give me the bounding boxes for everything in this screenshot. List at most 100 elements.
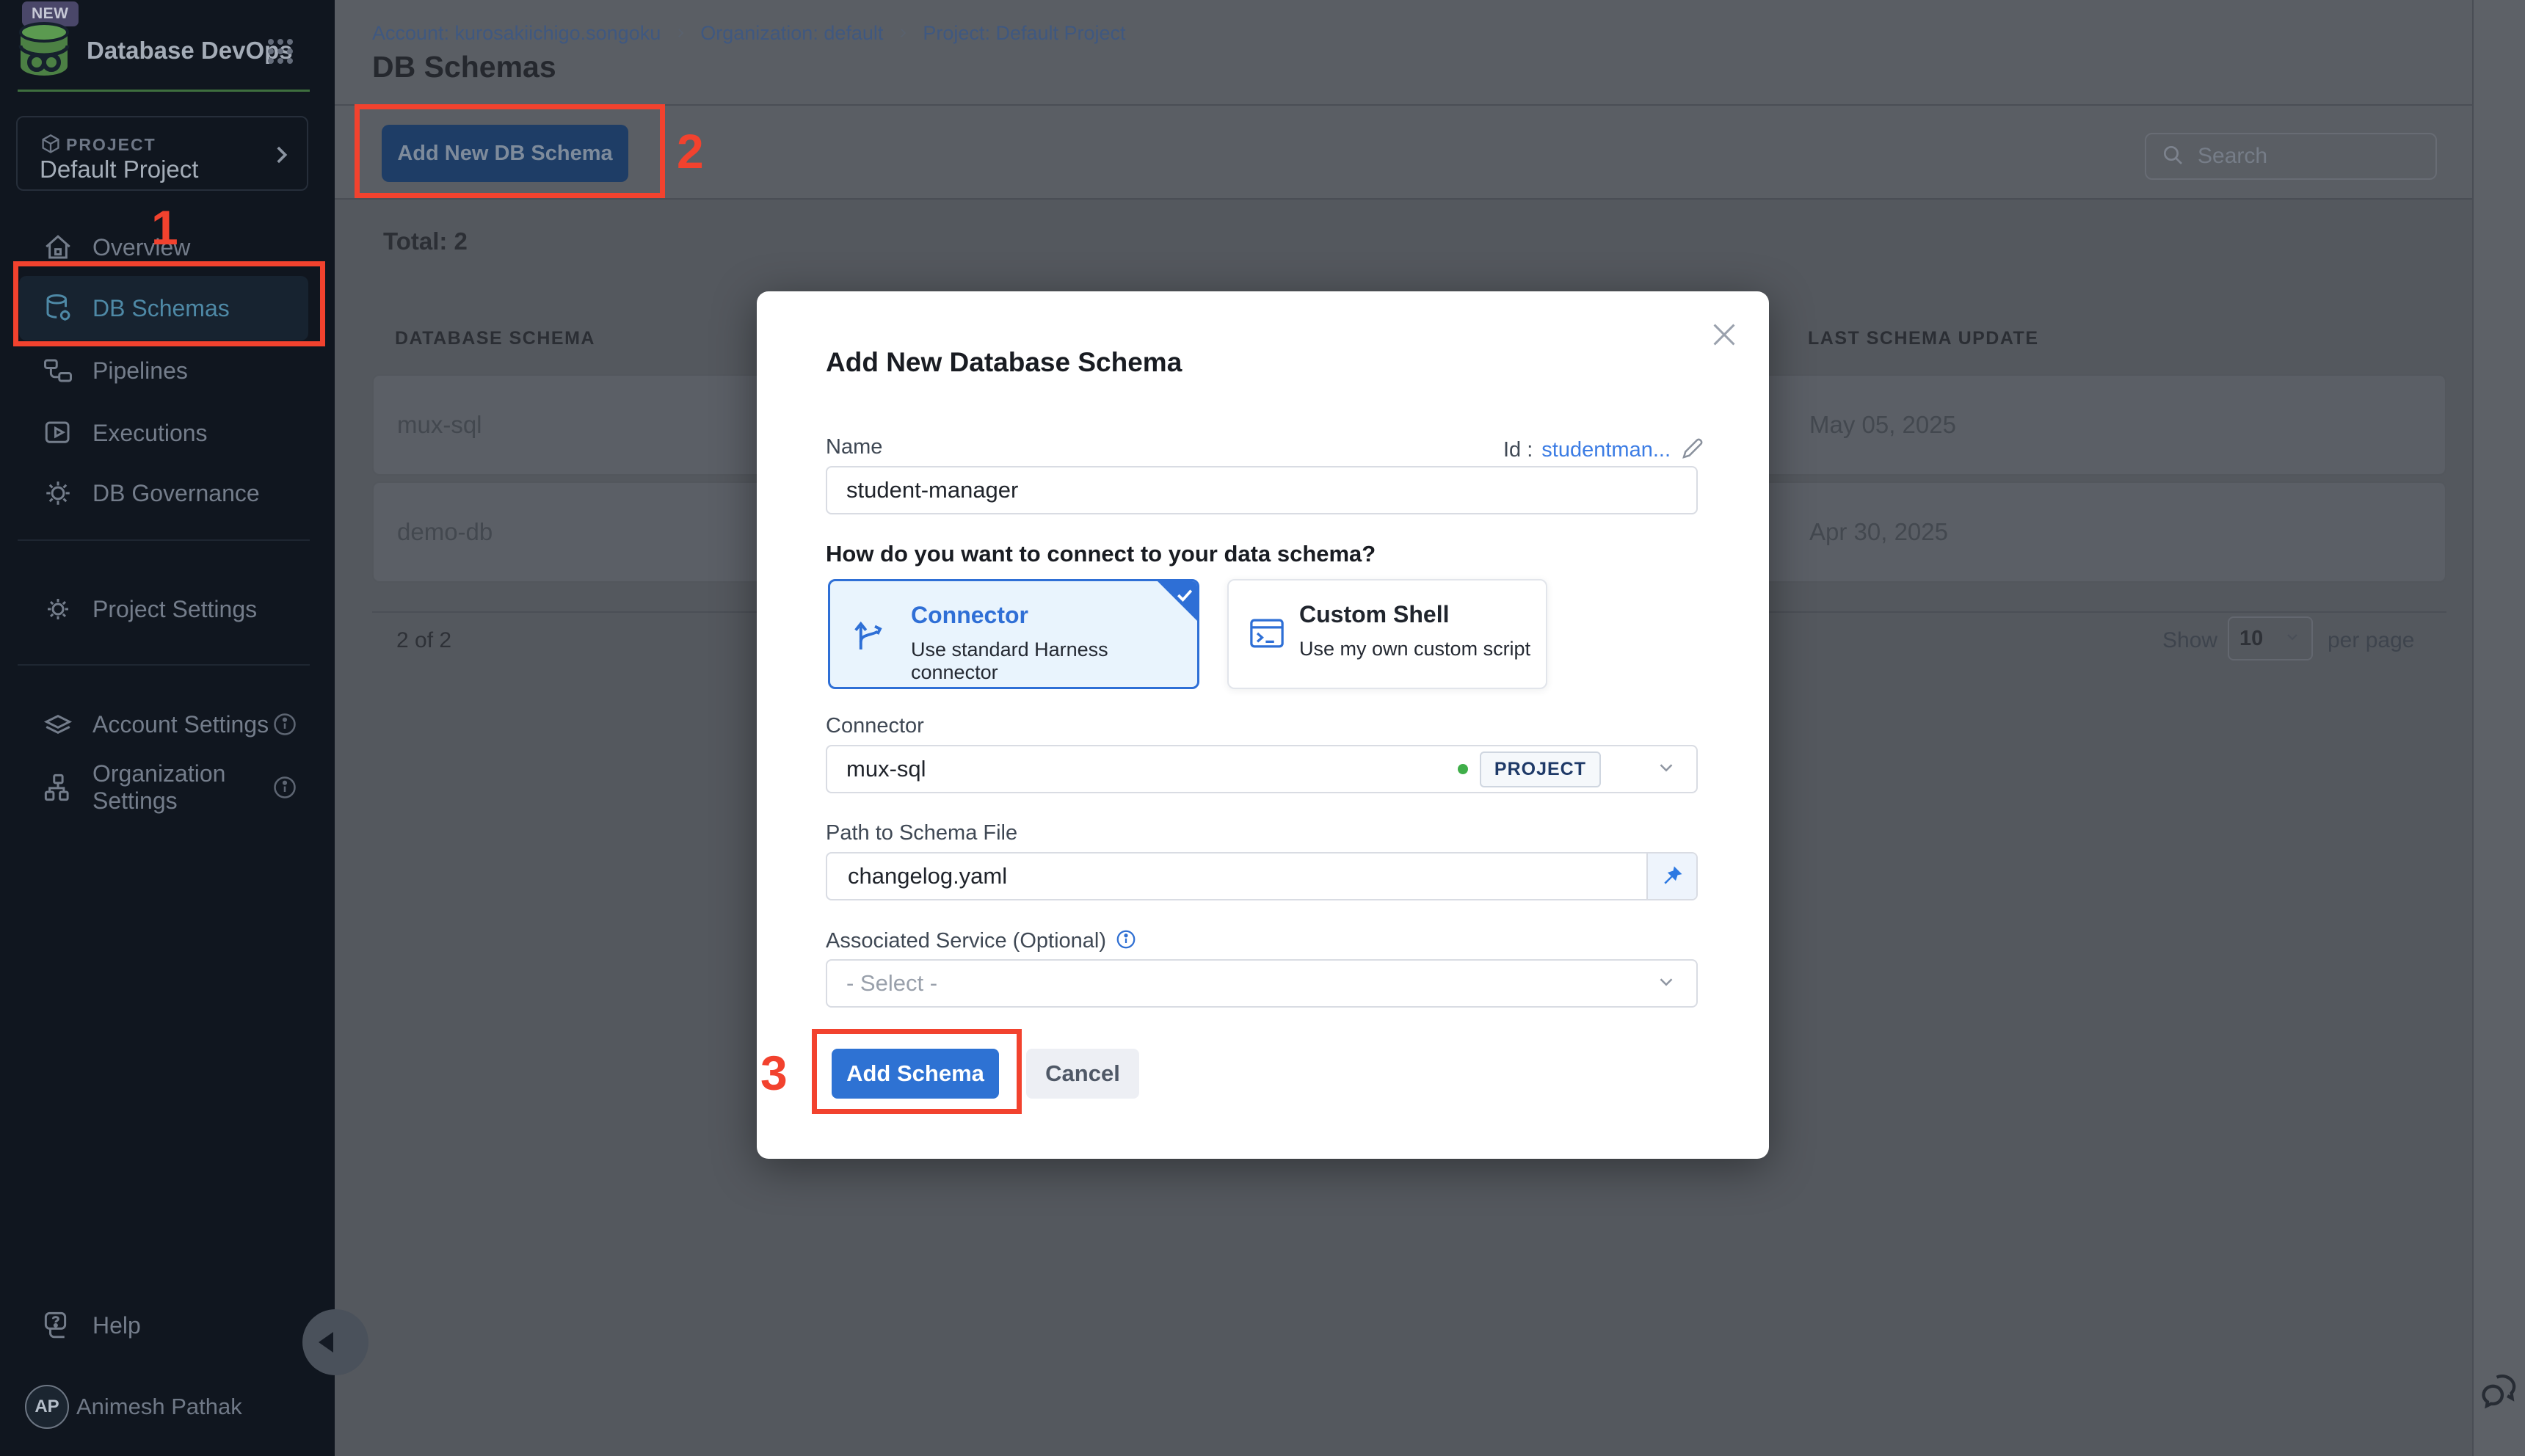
avatar[interactable]: AP bbox=[25, 1385, 69, 1429]
close-icon[interactable] bbox=[1707, 318, 1741, 352]
page-header bbox=[335, 0, 2472, 104]
option-subtitle: Use standard Harness connector bbox=[911, 638, 1197, 684]
user-name[interactable]: Animesh Pathak bbox=[76, 1394, 242, 1420]
cancel-button[interactable]: Cancel bbox=[1026, 1049, 1139, 1099]
annotation-number-1: 1 bbox=[151, 200, 178, 255]
edit-pencil-icon[interactable] bbox=[1679, 435, 1706, 465]
search-input[interactable] bbox=[2196, 143, 2419, 170]
schema-name: demo-db bbox=[397, 483, 493, 581]
chevron-right-icon bbox=[674, 22, 687, 45]
info-icon bbox=[1115, 928, 1137, 954]
service-label: Associated Service (Optional) bbox=[826, 929, 1106, 953]
avatar-initials: AP bbox=[34, 1397, 59, 1417]
column-header-database-schema: DATABASE SCHEMA bbox=[395, 328, 595, 349]
search-icon bbox=[2161, 143, 2184, 170]
app-title: Database DevOps bbox=[87, 37, 293, 65]
pagination-range: 2 of 2 bbox=[396, 628, 451, 653]
project-selector[interactable]: PROJECT Default Project bbox=[16, 116, 308, 191]
page-title: DB Schemas bbox=[372, 50, 556, 84]
settings-gear-icon bbox=[43, 594, 73, 625]
sidebar-item-account-settings[interactable]: Account Settings bbox=[19, 692, 308, 757]
project-scope-label: PROJECT bbox=[66, 135, 156, 155]
terminal-icon bbox=[1248, 614, 1286, 656]
sidebar-divider bbox=[18, 539, 310, 541]
last-update-date: Apr 30, 2025 bbox=[1809, 483, 1948, 581]
sidebar-item-db-governance[interactable]: DB Governance bbox=[19, 461, 308, 525]
path-label: Path to Schema File bbox=[826, 821, 1017, 845]
sidebar-item-label: Executions bbox=[92, 420, 208, 447]
column-header-last-schema-update: LAST SCHEMA UPDATE bbox=[1808, 328, 2039, 349]
option-subtitle: Use my own custom script bbox=[1299, 638, 1530, 660]
chevron-right-icon bbox=[269, 142, 294, 171]
connect-question: How do you want to connect to your data … bbox=[826, 541, 1376, 567]
path-input-wrap bbox=[826, 852, 1698, 900]
brand-divider bbox=[18, 90, 310, 92]
sidebar-item-label: Help bbox=[92, 1312, 141, 1339]
per-page-label: per page bbox=[2328, 628, 2414, 653]
pipelines-icon bbox=[43, 355, 73, 386]
info-icon bbox=[272, 711, 298, 738]
connector-select[interactable]: mux-sql PROJECT bbox=[826, 745, 1698, 793]
sidebar-item-organization-settings[interactable]: Organization Settings bbox=[19, 755, 308, 820]
show-label: Show bbox=[2162, 628, 2217, 653]
service-label-row: Associated Service (Optional) bbox=[826, 928, 1137, 954]
sidebar-item-project-settings[interactable]: Project Settings bbox=[19, 577, 308, 641]
scope-badge: PROJECT bbox=[1480, 751, 1601, 787]
selected-check-icon bbox=[1158, 581, 1197, 621]
sidebar-item-label: Account Settings bbox=[92, 711, 269, 738]
page-size-value: 10 bbox=[2239, 627, 2263, 651]
sidebar-item-executions[interactable]: Executions bbox=[19, 401, 308, 465]
project-name: Default Project bbox=[40, 156, 198, 183]
breadcrumb-organization[interactable]: Organization: default bbox=[700, 22, 883, 45]
service-placeholder: - Select - bbox=[846, 970, 1655, 997]
name-input[interactable] bbox=[826, 466, 1698, 514]
sidebar-item-label: Project Settings bbox=[92, 596, 257, 623]
sidebar-item-label: Pipelines bbox=[92, 357, 188, 385]
chevron-down-icon bbox=[1655, 757, 1677, 782]
option-card-connector[interactable]: Connector Use standard Harness connector bbox=[828, 579, 1199, 689]
search-box bbox=[2145, 133, 2437, 180]
id-value-link[interactable]: studentman... bbox=[1541, 438, 1671, 462]
info-icon bbox=[272, 774, 298, 801]
executions-icon bbox=[43, 418, 73, 448]
connector-status-dot bbox=[1458, 764, 1468, 774]
sidebar-divider bbox=[18, 664, 310, 666]
chevron-down-icon bbox=[1655, 971, 1677, 997]
modal-title: Add New Database Schema bbox=[826, 347, 1182, 378]
app-root: NEW Database DevOps bbox=[0, 0, 2525, 1456]
support-chat-icon[interactable] bbox=[2479, 1368, 2522, 1414]
sidebar-item-label: DB Governance bbox=[92, 480, 260, 507]
module-grid-icon[interactable] bbox=[266, 37, 295, 70]
total-count: Total: 2 bbox=[383, 228, 468, 255]
annotation-number-3: 3 bbox=[760, 1045, 788, 1101]
connector-branch-icon bbox=[849, 614, 890, 658]
sidebar-item-help[interactable]: Help bbox=[19, 1293, 308, 1358]
breadcrumb-account[interactable]: Account: kurosakiichigo.songoku bbox=[372, 22, 661, 45]
option-title: Connector bbox=[911, 602, 1028, 629]
schema-id-row: Id : studentman... bbox=[1503, 435, 1706, 465]
annotation-number-2: 2 bbox=[677, 123, 704, 179]
name-label: Name bbox=[826, 435, 882, 459]
chevron-right-icon bbox=[896, 22, 909, 45]
annotation-box-1 bbox=[13, 261, 325, 346]
sidebar-item-pipelines[interactable]: Pipelines bbox=[19, 338, 308, 403]
breadcrumb-project[interactable]: Project: Default Project bbox=[923, 22, 1125, 45]
right-rail bbox=[2472, 0, 2525, 1456]
governance-gear-icon bbox=[43, 478, 73, 509]
pin-icon[interactable] bbox=[1646, 853, 1696, 899]
service-select[interactable]: - Select - bbox=[826, 959, 1698, 1008]
id-label: Id : bbox=[1503, 438, 1533, 462]
breadcrumb: Account: kurosakiichigo.songoku Organiza… bbox=[372, 19, 1126, 47]
schema-name: mux-sql bbox=[397, 376, 482, 474]
page-size-select[interactable]: 10 bbox=[2228, 616, 2313, 660]
option-card-custom-shell[interactable]: Custom Shell Use my own custom script bbox=[1227, 579, 1547, 689]
collapse-arrow-icon bbox=[319, 1332, 333, 1353]
annotation-box-3 bbox=[812, 1029, 1022, 1114]
connector-value: mux-sql bbox=[846, 756, 1458, 782]
path-input[interactable] bbox=[846, 862, 1629, 890]
database-devops-logo bbox=[16, 21, 72, 83]
org-hierarchy-icon bbox=[43, 772, 73, 803]
layers-icon bbox=[43, 709, 73, 740]
option-title: Custom Shell bbox=[1299, 601, 1449, 628]
sidebar-collapse-handle[interactable] bbox=[302, 1309, 368, 1375]
